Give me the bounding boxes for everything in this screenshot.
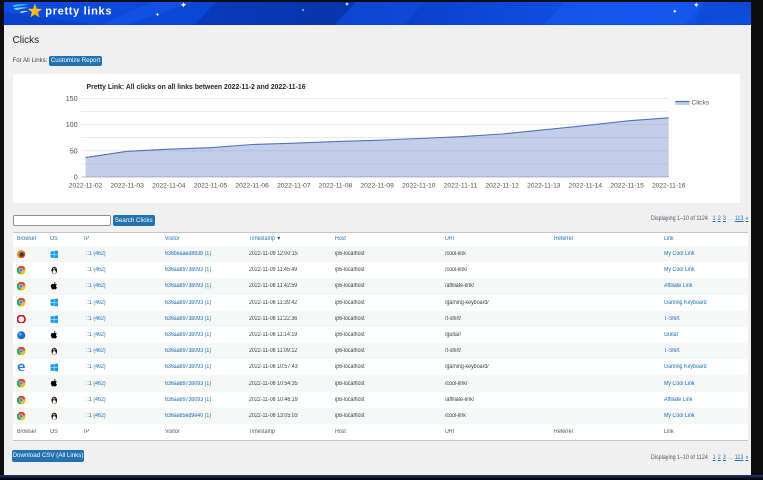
- svg-text:2022-11-13: 2022-11-13: [527, 183, 561, 190]
- svg-text:2022-11-12: 2022-11-12: [485, 183, 519, 190]
- svg-text:2022-11-02: 2022-11-02: [68, 183, 102, 190]
- svg-text:2022-11-06: 2022-11-06: [235, 183, 269, 190]
- svg-text:Pretty Link: All clicks on all: Pretty Link: All clicks on all links bet…: [86, 84, 305, 91]
- svg-text:2022-11-05: 2022-11-05: [193, 183, 227, 190]
- svg-text:100: 100: [65, 120, 77, 129]
- svg-text:150: 150: [65, 94, 77, 103]
- svg-text:2022-11-09: 2022-11-09: [360, 183, 394, 190]
- svg-text:2022-11-11: 2022-11-11: [443, 183, 477, 190]
- svg-text:2022-11-08: 2022-11-08: [318, 183, 352, 190]
- svg-text:2022-11-07: 2022-11-07: [277, 183, 311, 190]
- svg-text:2022-11-03: 2022-11-03: [110, 183, 144, 190]
- svg-text:Clicks: Clicks: [691, 100, 710, 107]
- svg-text:0: 0: [73, 173, 77, 182]
- svg-text:pretty links: pretty links: [45, 5, 112, 17]
- svg-text:50: 50: [69, 147, 77, 156]
- svg-text:2022-11-14: 2022-11-14: [568, 183, 602, 190]
- svg-text:2022-11-04: 2022-11-04: [152, 183, 186, 190]
- svg-text:2022-11-10: 2022-11-10: [402, 183, 436, 190]
- svg-text:2022-11-16: 2022-11-16: [652, 183, 686, 190]
- svg-text:2022-11-15: 2022-11-15: [610, 183, 644, 190]
